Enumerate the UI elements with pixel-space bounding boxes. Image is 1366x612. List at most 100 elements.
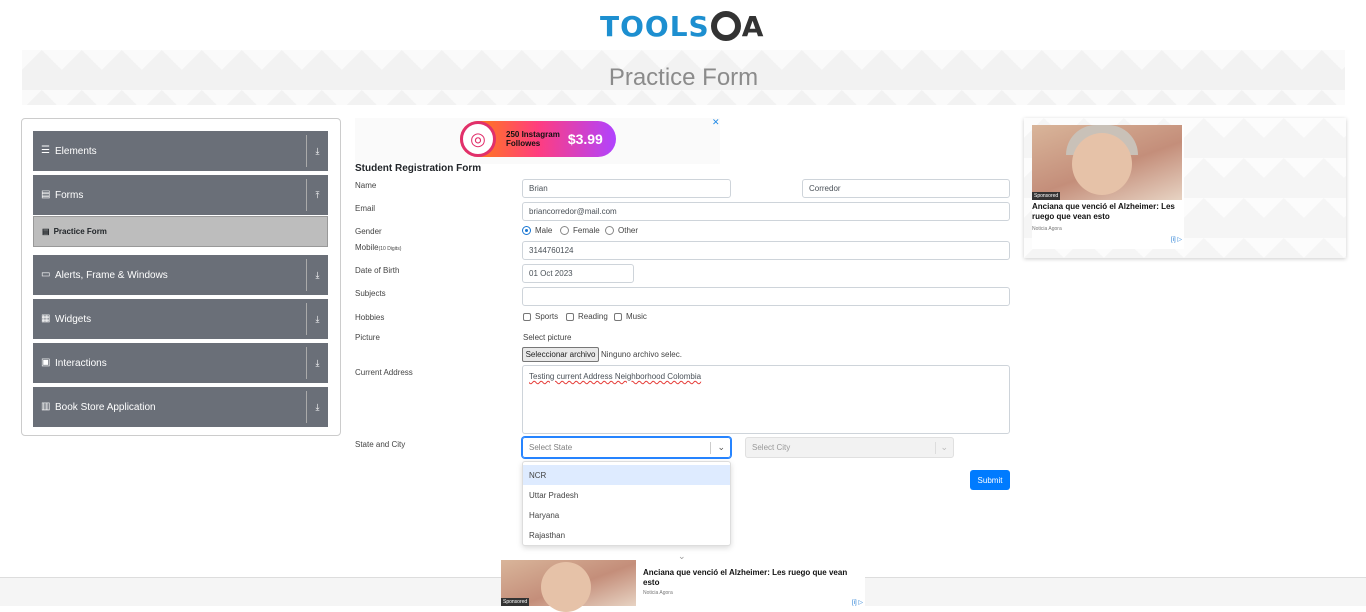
sidebar-group-label: Interactions: [55, 357, 107, 369]
gender-radio-female[interactable]: Female: [560, 226, 600, 235]
document-icon: ▤: [41, 189, 51, 200]
ad-choices-icon[interactable]: [i] ▷: [1171, 236, 1182, 243]
chevron-down-icon[interactable]: ⌄: [940, 442, 948, 453]
ad-headline[interactable]: Anciana que venció el Alzheimer: Les rue…: [643, 568, 858, 588]
sidebar-group-label: Elements: [55, 145, 97, 157]
gender-label: Gender: [355, 227, 382, 236]
chevron-down-icon[interactable]: ⤓: [306, 347, 328, 379]
picture-prompt: Select picture: [523, 333, 572, 342]
sidebar-group-elements[interactable]: ☰ Elements ⤓: [33, 131, 328, 171]
ad-banner-bottom[interactable]: Sponsored Anciana que venció el Alzheime…: [501, 560, 865, 612]
checkbox-icon: [566, 312, 574, 321]
ad-image[interactable]: Sponsored: [501, 560, 636, 612]
ad-sidebar-right: Sponsored Anciana que venció el Alzheime…: [1024, 118, 1346, 258]
menu-icon: ☰: [41, 145, 50, 156]
instagram-ad[interactable]: ◎ 250 Instagram Followes $3.99: [460, 121, 616, 157]
last-name-input[interactable]: Corredor: [802, 179, 1010, 198]
checkbox-icon: [614, 312, 622, 321]
document-icon: ▤: [42, 227, 50, 236]
choose-file-button[interactable]: Seleccionar archivo: [522, 347, 599, 362]
chevron-down-icon[interactable]: ⌄: [717, 442, 725, 453]
ad-source: Noticia Agora: [1032, 226, 1062, 232]
sidebar-group-bookstore[interactable]: ▥ Book Store Application ⤓: [33, 387, 328, 427]
chevron-down-icon[interactable]: ⤓: [306, 259, 328, 291]
address-label: Current Address: [355, 368, 413, 377]
close-icon[interactable]: ✕: [712, 117, 720, 128]
current-address-textarea[interactable]: Testing current Address Neighborhood Col…: [522, 365, 1010, 434]
bookstore-icon: ▥: [41, 401, 51, 412]
submit-button[interactable]: Submit: [970, 470, 1010, 490]
chevron-down-icon[interactable]: ⤓: [306, 391, 328, 423]
checkbox-label: Music: [626, 312, 647, 321]
gender-radio-male[interactable]: Male: [522, 226, 552, 235]
city-placeholder: Select City: [752, 443, 791, 452]
subjects-input[interactable]: [522, 287, 1010, 306]
sidebar-group-label: Widgets: [55, 313, 92, 325]
checkbox-label: Sports: [535, 312, 559, 321]
ad-text-line1: 250 Instagram: [506, 130, 560, 139]
logo-text-a: A: [741, 9, 764, 43]
sidebar-item-label: Practice Form: [53, 227, 107, 236]
select-separator: [710, 442, 711, 454]
state-option-haryana[interactable]: Haryana: [523, 505, 730, 525]
checkbox-icon: [523, 312, 531, 321]
state-placeholder: Select State: [529, 443, 573, 452]
form-title: Student Registration Form: [355, 163, 482, 174]
address-text: Testing current Address Neighborhood Col…: [529, 372, 702, 381]
sidebar: ☰ Elements ⤓ ▤ Forms ⤒ ▤ Practice Form ▭…: [21, 118, 341, 436]
radio-label: Female: [573, 226, 600, 235]
sidebar-item-practice-form[interactable]: ▤ Practice Form: [33, 216, 328, 247]
radio-selected-icon: [522, 226, 531, 235]
ad-image-face: [1072, 133, 1132, 195]
ad-card[interactable]: Sponsored Anciana que venció el Alzheime…: [1032, 125, 1184, 249]
state-option-ncr[interactable]: NCR: [523, 465, 730, 485]
ad-source: Noticia Agora: [643, 590, 673, 596]
toolsqa-logo[interactable]: TOOLS A: [600, 6, 770, 46]
picture-label: Picture: [355, 333, 380, 342]
city-select[interactable]: Select City ⌄: [745, 437, 954, 458]
sidebar-group-alerts[interactable]: ▭ Alerts, Frame & Windows ⤓: [33, 255, 328, 295]
instagram-icon: ◎: [460, 121, 496, 157]
gender-radio-other[interactable]: Other: [605, 226, 638, 235]
ad-text-line2: Followes: [506, 139, 541, 148]
name-label: Name: [355, 181, 377, 190]
file-status: Ninguno archivo selec.: [601, 350, 682, 359]
hobby-checkbox-sports[interactable]: Sports: [523, 312, 558, 321]
email-label: Email: [355, 204, 376, 213]
sidebar-group-forms[interactable]: ▤ Forms ⤒: [33, 175, 328, 215]
ad-headline[interactable]: Anciana que venció el Alzheimer: Les rue…: [1032, 202, 1184, 222]
date-of-birth-input[interactable]: 01 Oct 2023: [522, 264, 634, 283]
sidebar-group-interactions[interactable]: ▣ Interactions ⤓: [33, 343, 328, 383]
chevron-up-icon[interactable]: ⤒: [306, 179, 328, 211]
radio-label: Other: [618, 226, 639, 235]
sponsored-badge: Sponsored: [1032, 192, 1061, 200]
ad-image[interactable]: Sponsored: [1032, 125, 1182, 200]
state-select[interactable]: Select State ⌄: [522, 437, 731, 458]
sidebar-group-widgets[interactable]: ▦ Widgets ⤓: [33, 299, 328, 339]
sidebar-group-label: Book Store Application: [55, 401, 156, 413]
ad-price: $3.99: [567, 131, 603, 147]
gear-icon: [710, 11, 741, 41]
ad-text: 250 Instagram Followes: [506, 130, 560, 148]
sidebar-group-label: Forms: [55, 189, 84, 201]
logo-text-tools: TOOLS: [600, 9, 710, 43]
email-input[interactable]: briancorredor@mail.com: [522, 202, 1010, 221]
radio-label: Male: [535, 226, 553, 235]
sidebar-group-label: Alerts, Frame & Windows: [55, 269, 168, 281]
hobby-checkbox-reading[interactable]: Reading: [566, 312, 608, 321]
state-city-label: State and City: [355, 440, 406, 449]
mobile-input[interactable]: 3144760124: [522, 241, 1010, 260]
chevron-down-icon[interactable]: ⤓: [306, 135, 328, 167]
ad-image-face: [541, 562, 591, 612]
subjects-label: Subjects: [355, 289, 386, 298]
chevron-down-icon[interactable]: ⤓: [306, 303, 328, 335]
first-name-input[interactable]: Brian: [522, 179, 731, 198]
interactions-icon: ▣: [41, 357, 51, 368]
mobile-hint: (10 Digits): [378, 246, 402, 252]
state-option-uttar-pradesh[interactable]: Uttar Pradesh: [523, 485, 730, 505]
radio-icon: [560, 226, 569, 235]
hobby-checkbox-music[interactable]: Music: [614, 312, 647, 321]
ad-choices-icon[interactable]: [i] ▷: [852, 599, 863, 606]
state-option-rajasthan[interactable]: Rajasthan: [523, 525, 730, 545]
ad-banner-top[interactable]: ◎ 250 Instagram Followes $3.99: [355, 118, 720, 164]
